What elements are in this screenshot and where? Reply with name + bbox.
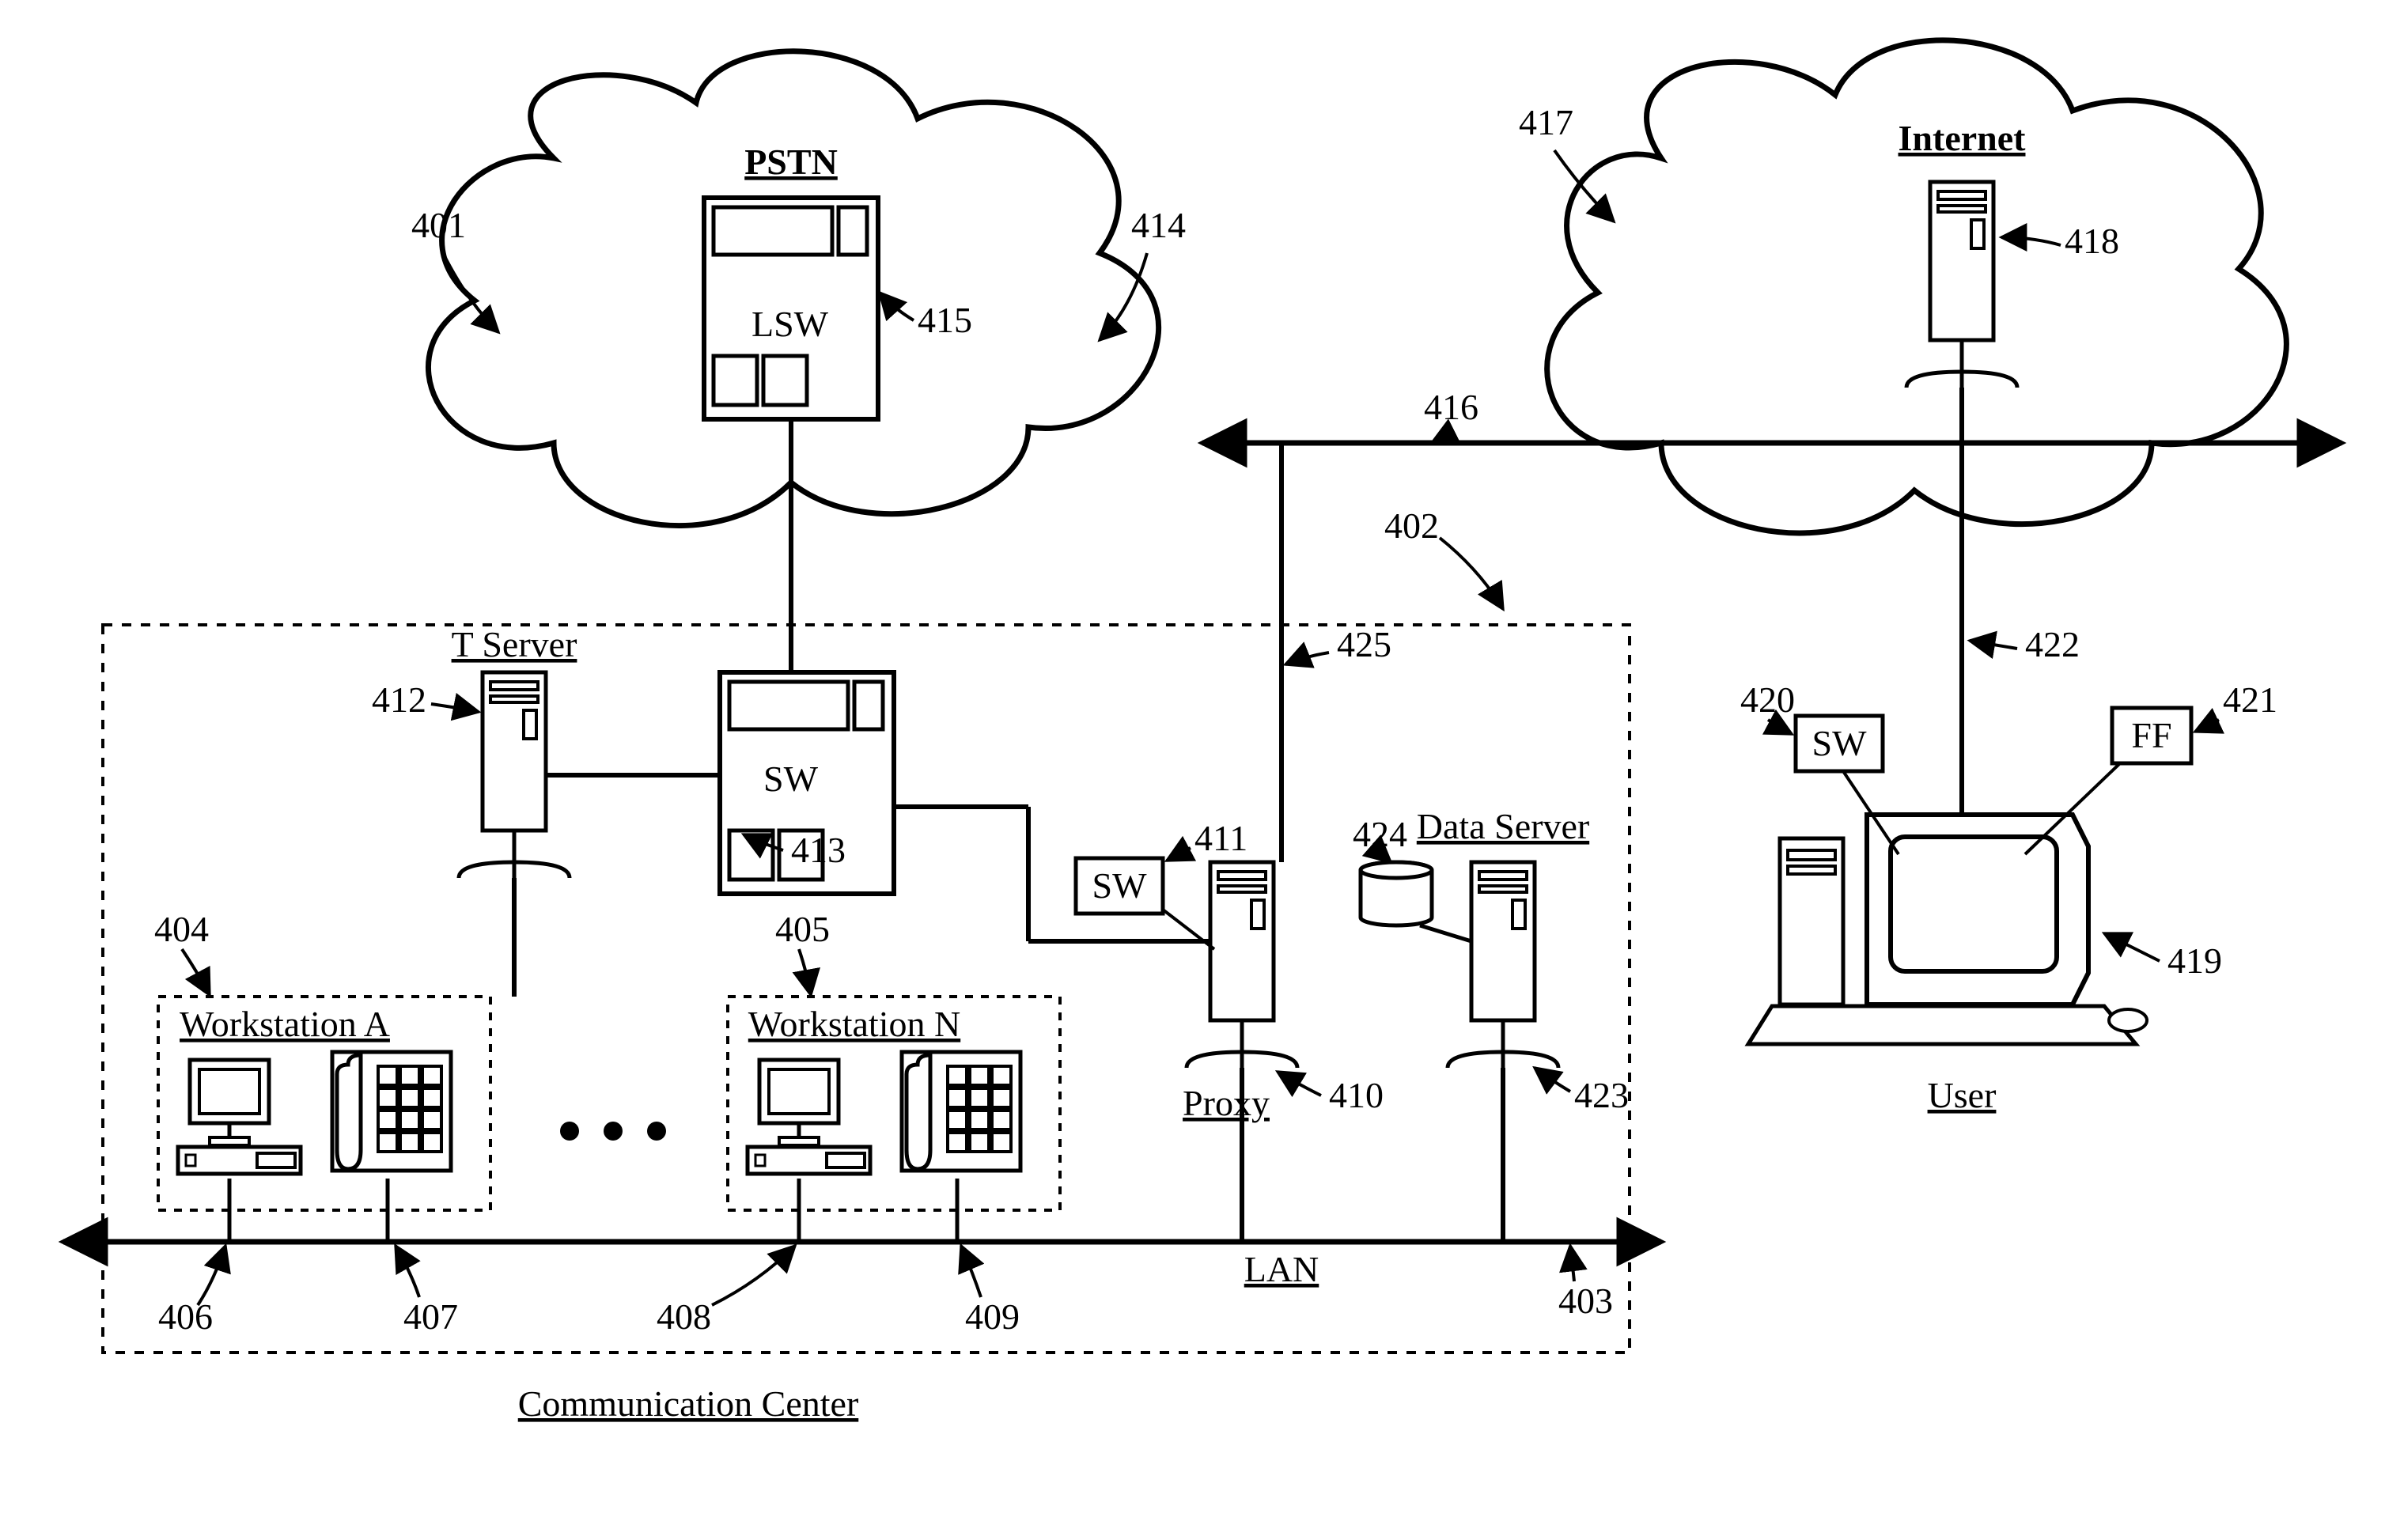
ref-401: 401 xyxy=(411,205,466,245)
ref-419: 419 xyxy=(2167,940,2222,981)
ref-414: 414 xyxy=(1131,205,1186,245)
pstn-cloud: PSTN LSW xyxy=(428,51,1158,526)
arrow-422 xyxy=(1970,641,2017,649)
arrow-419 xyxy=(2104,933,2160,961)
ref-422: 422 xyxy=(2025,624,2080,664)
ref-417: 417 xyxy=(1519,102,1573,142)
arrow-409 xyxy=(961,1246,981,1297)
ref-420: 420 xyxy=(1740,679,1795,720)
proxy-server-icon xyxy=(1187,862,1297,1068)
ellipsis-icon xyxy=(560,1122,666,1141)
workstation-n-group: Workstation N xyxy=(728,997,1060,1210)
diagram-canvas: PSTN LSW Internet Communication Center T… xyxy=(0,0,2404,1540)
arrow-404 xyxy=(182,949,210,995)
arrow-412 xyxy=(431,704,479,712)
internet-title: Internet xyxy=(1899,118,2027,158)
ref-411: 411 xyxy=(1194,818,1247,858)
ref-409: 409 xyxy=(965,1296,1020,1337)
workstation-n-phone-icon xyxy=(902,1052,1020,1171)
pstn-title: PSTN xyxy=(744,142,838,182)
workstation-a-group: Workstation A xyxy=(158,997,490,1210)
arrow-410 xyxy=(1278,1072,1321,1095)
proxy-sw-label: SW xyxy=(1092,865,1148,906)
ref-415: 415 xyxy=(918,300,972,340)
ref-425: 425 xyxy=(1337,624,1391,664)
ref-410: 410 xyxy=(1329,1075,1384,1115)
arrow-407 xyxy=(396,1246,419,1297)
arrow-423 xyxy=(1535,1068,1570,1092)
workstation-a-label: Workstation A xyxy=(180,1004,390,1044)
proxy-group: Proxy SW xyxy=(1076,858,1297,1123)
database-icon xyxy=(1361,862,1432,925)
workstation-n-pc-icon xyxy=(748,1060,870,1174)
workstation-n-label: Workstation N xyxy=(748,1004,960,1044)
t-server-label: T Server xyxy=(452,624,577,664)
arrow-411 xyxy=(1167,848,1191,861)
t-server-group: T Server xyxy=(452,624,577,878)
ref-412: 412 xyxy=(372,679,426,720)
ref-413: 413 xyxy=(791,830,846,870)
ref-424: 424 xyxy=(1353,814,1407,854)
sw-switch-label: SW xyxy=(763,759,819,799)
workstation-a-pc-icon xyxy=(178,1060,301,1174)
ref-421: 421 xyxy=(2223,679,2277,720)
lan-bus: LAN xyxy=(63,1242,1661,1289)
ref-423: 423 xyxy=(1574,1075,1629,1115)
arrow-402 xyxy=(1440,538,1503,609)
arrow-408 xyxy=(712,1246,795,1305)
arrow-420 xyxy=(1768,720,1792,734)
arrow-425 xyxy=(1285,653,1329,664)
internet-cloud: Internet xyxy=(1547,40,2287,533)
data-server-label: Data Server xyxy=(1417,806,1589,846)
user-group: User SW FF xyxy=(1748,708,2191,1115)
user-sw-label: SW xyxy=(1812,723,1868,763)
ref-402: 402 xyxy=(1384,505,1439,546)
arrow-403 xyxy=(1570,1246,1574,1281)
proxy-label: Proxy xyxy=(1183,1083,1270,1123)
arrow-405 xyxy=(799,949,811,995)
ref-406: 406 xyxy=(158,1296,213,1337)
workstation-a-phone-icon xyxy=(332,1052,451,1171)
ref-405: 405 xyxy=(775,909,830,949)
ref-418: 418 xyxy=(2065,221,2119,261)
data-server-icon xyxy=(1448,862,1558,1068)
arrow-421 xyxy=(2195,720,2219,732)
ref-416: 416 xyxy=(1424,387,1478,427)
ref-407: 407 xyxy=(403,1296,458,1337)
user-computer-icon xyxy=(1748,815,2147,1044)
lsw-label: LSW xyxy=(751,304,829,344)
ref-404: 404 xyxy=(154,909,209,949)
user-label: User xyxy=(1928,1075,1997,1115)
lan-label: LAN xyxy=(1244,1249,1319,1289)
ref-403: 403 xyxy=(1558,1281,1613,1321)
ref-408: 408 xyxy=(657,1296,711,1337)
comm-center-title: Communication Center xyxy=(518,1383,859,1424)
user-ff-label: FF xyxy=(2131,715,2171,755)
